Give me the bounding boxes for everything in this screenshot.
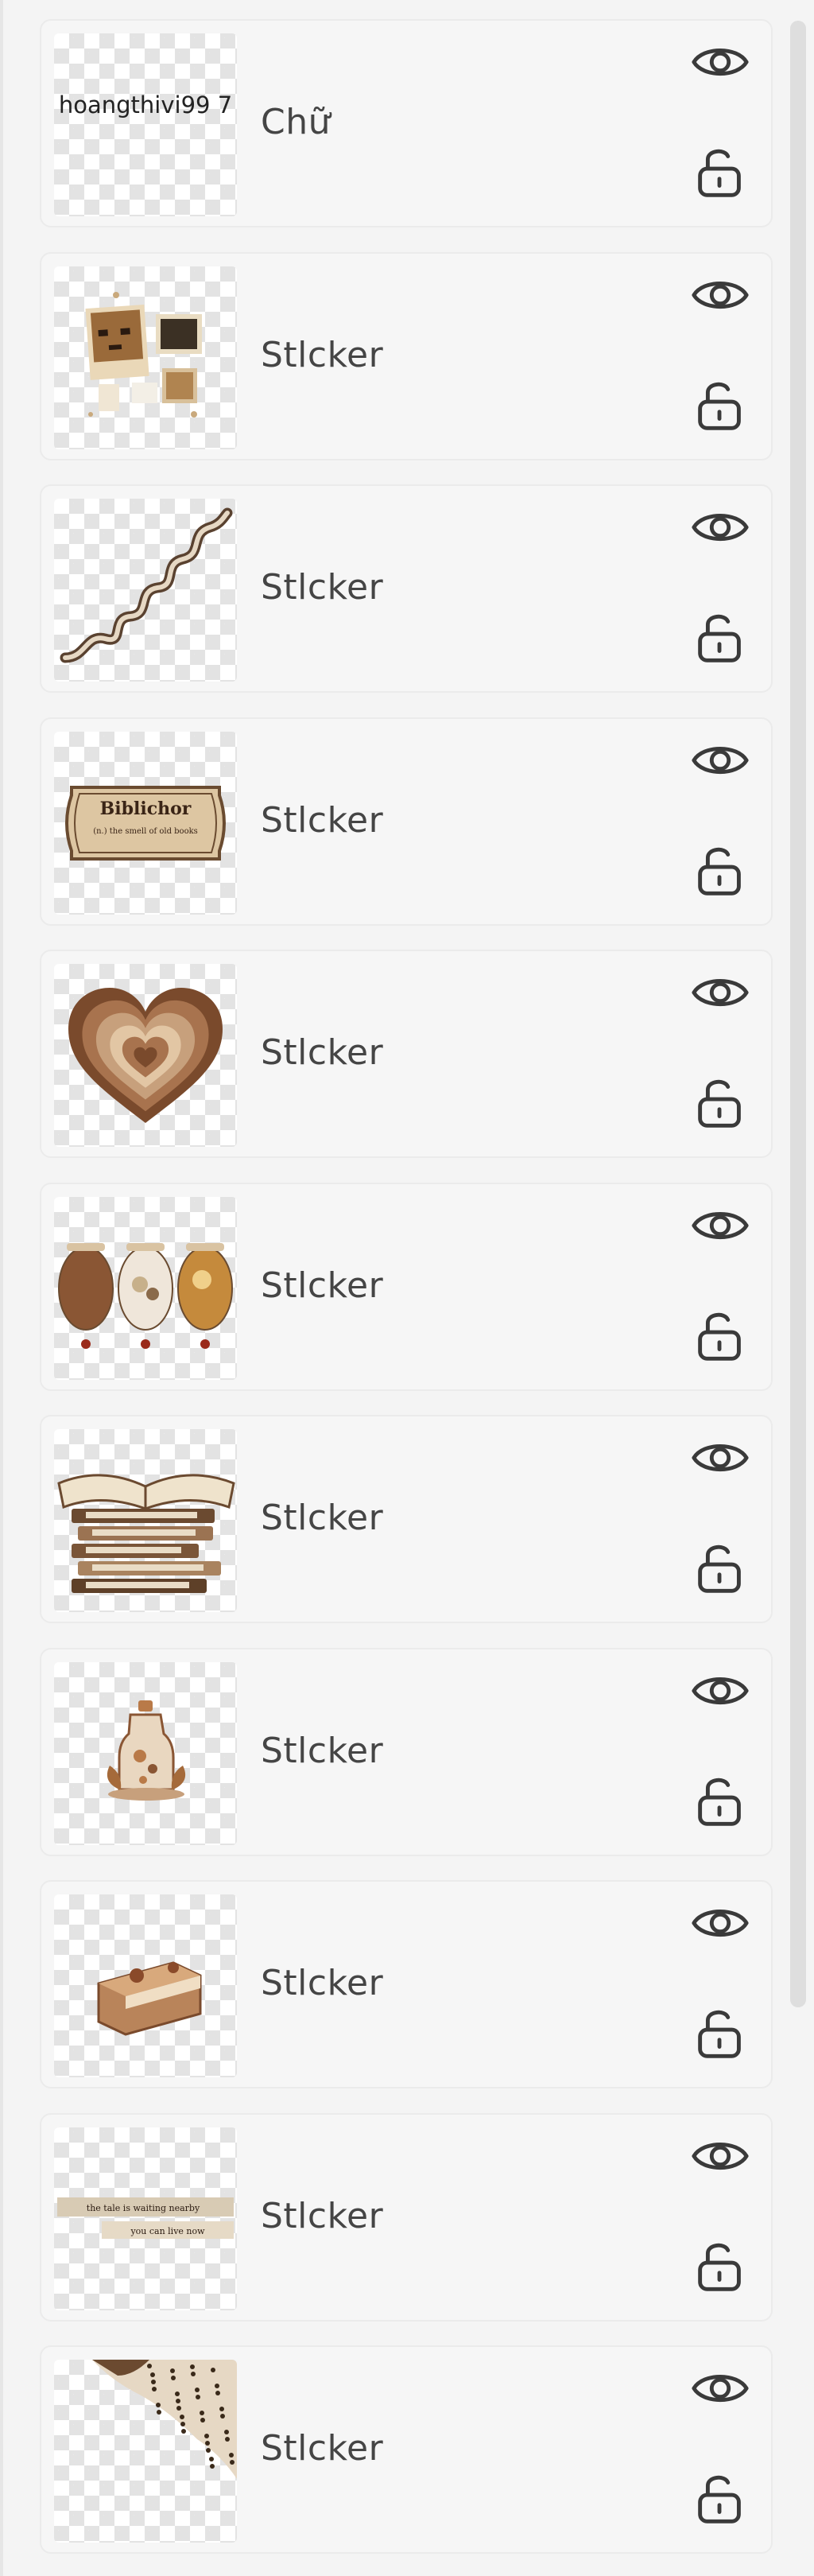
unlock-icon[interactable]: [687, 371, 754, 438]
eye-icon[interactable]: [687, 494, 754, 561]
unlock-icon[interactable]: [687, 1767, 754, 1834]
layer-name: Stlcker: [261, 335, 384, 375]
layer-row[interactable]: Biblichor (n.) the smell of old books Stlc…: [40, 717, 773, 926]
layer-name: Stlcker: [261, 1963, 384, 2003]
layer-thumbnail-text: hoangthivi99 7: [58, 91, 233, 119]
layer-thumbnail: Biblichor (n.) the smell of old books: [54, 732, 237, 915]
scrollbar-thumb[interactable]: [790, 21, 806, 2007]
eye-icon[interactable]: [687, 2123, 754, 2189]
eye-icon[interactable]: [687, 262, 754, 328]
sticker-image: [58, 1243, 233, 1349]
layer-row[interactable]: Stlcker: [40, 1648, 773, 1856]
eye-icon[interactable]: [687, 29, 754, 95]
layer-thumbnail: the tale is waiting nearby you can live n…: [54, 2127, 237, 2310]
sticker-image: the tale is waiting nearby you can live n…: [57, 2197, 234, 2239]
layer-thumbnail: [54, 1662, 237, 1845]
sticker-image: [60, 507, 233, 663]
eye-icon[interactable]: [687, 959, 754, 1026]
layer-row[interactable]: Stlcker: [40, 2345, 773, 2554]
layer-row[interactable]: Stlcker: [40, 1415, 773, 1623]
unlock-icon[interactable]: [687, 1534, 754, 1601]
sticker-image: [57, 1474, 235, 1593]
panel-left-edge: [0, 0, 3, 2576]
layer-row[interactable]: Stlcker: [40, 484, 773, 693]
layer-name: Stlcker: [261, 800, 384, 841]
layer-name: Stlcker: [261, 2428, 384, 2469]
sticker-image: [92, 2360, 237, 2479]
svg-text:you can live now: you can live now: [130, 2226, 205, 2236]
layer-name: Stlcker: [261, 567, 384, 608]
layer-name: Stlcker: [261, 1731, 384, 1771]
layer-row[interactable]: the tale is waiting nearby you can live n…: [40, 2113, 773, 2322]
layer-name: Stlcker: [261, 1498, 384, 1538]
layer-thumbnail: [54, 1894, 237, 2077]
layer-thumbnail: [54, 2360, 237, 2543]
unlock-icon[interactable]: [687, 604, 754, 670]
unlock-icon[interactable]: [687, 1069, 754, 1136]
layer-row[interactable]: Stlcker: [40, 252, 773, 460]
sticker-image: Biblichor (n.) the smell of old books: [65, 786, 226, 861]
sticker-image: [85, 292, 202, 418]
layer-thumbnail: [54, 1197, 237, 1380]
layer-thumbnail: [54, 964, 237, 1147]
svg-text:Biblichor: Biblichor: [100, 798, 192, 819]
unlock-icon[interactable]: [687, 2465, 754, 2531]
layer-thumbnail: hoangthivi99 7: [54, 33, 237, 216]
svg-text:(n.) the smell of old books: (n.) the smell of old books: [93, 827, 198, 836]
sticker-image: [97, 1961, 202, 2036]
eye-icon[interactable]: [687, 1657, 754, 1724]
layers-panel: hoangthivi99 7 Chữ Stlcker Stlcker Biblichor…: [0, 0, 814, 2576]
layer-thumbnail: [54, 1429, 237, 1612]
eye-icon[interactable]: [687, 1890, 754, 1956]
eye-icon[interactable]: [687, 1192, 754, 1259]
layer-row[interactable]: Stlcker: [40, 1183, 773, 1391]
unlock-icon[interactable]: [687, 2232, 754, 2299]
unlock-icon[interactable]: [687, 138, 754, 205]
layer-name: Stlcker: [261, 1265, 384, 1306]
unlock-icon[interactable]: [687, 1302, 754, 1369]
svg-text:the tale is waiting nearby: the tale is waiting nearby: [87, 2203, 200, 2213]
layer-row[interactable]: Stlcker: [40, 1880, 773, 2088]
layer-name: Chữ: [261, 102, 331, 142]
layer-row[interactable]: Stlcker: [40, 950, 773, 1158]
layer-name: Stlcker: [261, 1032, 384, 1073]
unlock-icon[interactable]: [687, 1999, 754, 2066]
eye-icon[interactable]: [687, 727, 754, 794]
layer-row[interactable]: hoangthivi99 7 Chữ: [40, 19, 773, 227]
layer-thumbnail: [54, 266, 237, 449]
unlock-icon[interactable]: [687, 837, 754, 903]
sticker-image: [107, 1700, 186, 1801]
sticker-image: [68, 988, 223, 1123]
layer-thumbnail: [54, 499, 237, 682]
eye-icon[interactable]: [687, 1424, 754, 1491]
eye-icon[interactable]: [687, 2355, 754, 2422]
layer-name: Stlcker: [261, 2196, 384, 2236]
